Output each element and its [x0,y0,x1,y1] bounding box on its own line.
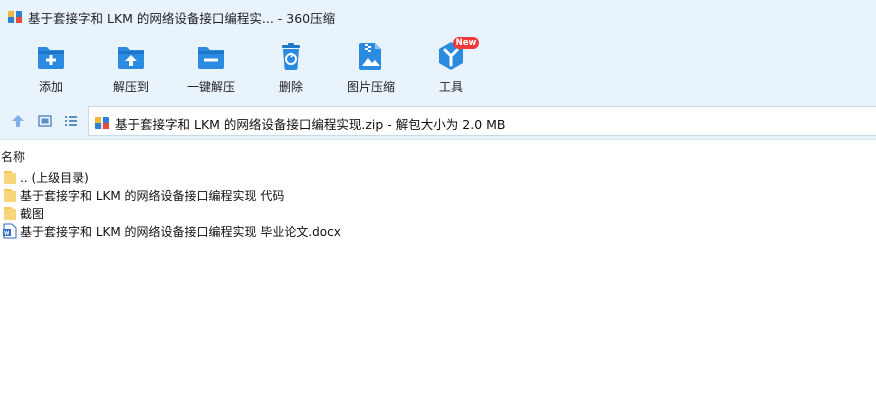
extract-to-label: 解压到 [112,80,149,94]
folder-icon [4,207,16,220]
list-item-parent-folder[interactable]: .. (上级目录) [0,168,876,186]
file-list: .. (上级目录) 基于套接字和 LKM 的网络设备接口编程实现 代码 截图 基… [0,168,876,240]
folder-icon [4,189,16,202]
archive-app-icon [8,9,22,23]
title-bar: 基于套接字和 LKM 的网络设备接口编程实... - 360压缩 [0,0,876,32]
list-item-docx-file[interactable]: 基于套接字和 LKM 的网络设备接口编程实现 毕业论文.docx [0,222,876,240]
zip-archive-icon [95,115,109,129]
one-click-extract-icon [198,47,224,69]
tools-button[interactable]: New 工具 [411,37,491,98]
window-title: 基于套接字和 LKM 的网络设备接口编程实... - 360压缩 [28,11,336,26]
up-arrow-icon[interactable] [9,112,27,130]
navigation-bar: 基于套接字和 LKM 的网络设备接口编程实现.zip - 解包大小为 2.0 M… [0,102,876,140]
add-button[interactable]: 添加 [11,38,91,98]
thumbnail-view-icon[interactable] [36,112,54,130]
image-compress-button[interactable]: 图片压缩 [331,38,411,98]
toolbar: 添加 解压到 一键解压 删除 图片压缩 New 工具 [0,32,876,102]
extract-to-icon [118,47,144,69]
file-name: 基于套接字和 LKM 的网络设备接口编程实现 代码 [20,189,285,203]
file-name: 基于套接字和 LKM 的网络设备接口编程实现 毕业论文.docx [20,225,341,239]
delete-icon [282,43,300,70]
tools-label: 工具 [438,80,463,94]
add-label: 添加 [38,80,63,94]
word-document-icon [3,223,17,239]
file-name: 截图 [20,207,45,221]
address-text: 基于套接字和 LKM 的网络设备接口编程实现.zip - 解包大小为 2.0 M… [115,117,506,132]
extract-to-button[interactable]: 解压到 [91,38,171,98]
address-bar[interactable]: 基于套接字和 LKM 的网络设备接口编程实现.zip - 解包大小为 2.0 M… [88,106,876,136]
file-name: .. (上级目录) [20,171,89,185]
image-compress-label: 图片压缩 [346,80,395,94]
folder-icon [4,171,16,184]
delete-label: 删除 [278,80,303,94]
column-header: 名称 [0,146,876,166]
new-badge: New [453,37,479,49]
one-click-extract-button[interactable]: 一键解压 [171,38,251,98]
list-item-screenshots-folder[interactable]: 截图 [0,204,876,222]
delete-button[interactable]: 删除 [251,38,331,98]
add-icon [38,47,64,69]
list-item-code-folder[interactable]: 基于套接字和 LKM 的网络设备接口编程实现 代码 [0,186,876,204]
column-name-header[interactable]: 名称 [1,148,25,165]
image-compress-icon [359,43,381,70]
one-click-extract-label: 一键解压 [186,80,235,94]
list-view-icon[interactable] [62,112,80,130]
